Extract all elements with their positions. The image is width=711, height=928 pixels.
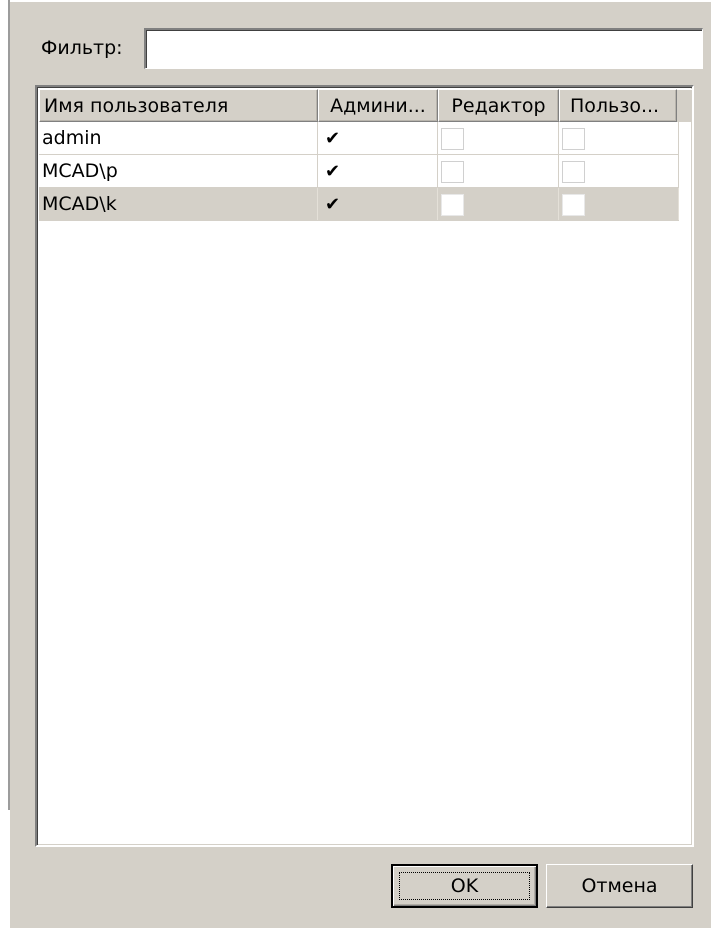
cancel-button[interactable]: Отмена [546, 864, 693, 908]
user-role-checkbox[interactable] [562, 161, 585, 183]
admin-cell: ✔ [318, 155, 438, 187]
editor-cell [438, 155, 559, 187]
ok-button[interactable]: OK [391, 864, 538, 908]
user-role-checkbox[interactable] [562, 194, 585, 216]
username-cell: MCAD\k [39, 188, 318, 220]
admin-checkbox-checked[interactable]: ✔ [321, 161, 344, 183]
editor-cell [438, 122, 559, 154]
table-row[interactable]: admin ✔ [39, 122, 679, 155]
focus-rect [399, 872, 530, 900]
table-row[interactable]: MCAD\k ✔ [39, 188, 679, 221]
admin-checkbox-checked[interactable]: ✔ [321, 194, 344, 216]
editor-checkbox[interactable] [441, 128, 464, 150]
admin-cell: ✔ [318, 188, 438, 220]
table-row[interactable]: MCAD\p ✔ [39, 155, 679, 188]
column-header-editor[interactable]: Редактор [438, 89, 559, 122]
user-role-cell [559, 188, 679, 220]
column-header-filler [677, 89, 692, 122]
filter-input[interactable] [144, 28, 703, 69]
list-header: Имя пользователя Админи... Редактор Поль… [39, 89, 692, 122]
user-role-checkbox[interactable] [562, 128, 585, 150]
admin-cell: ✔ [318, 122, 438, 154]
column-header-username[interactable]: Имя пользователя [39, 89, 318, 122]
window-top-border [10, 0, 711, 2]
cancel-button-label: Отмена [581, 875, 658, 897]
users-list[interactable]: Имя пользователя Админи... Редактор Поль… [35, 85, 694, 847]
admin-checkbox-checked[interactable]: ✔ [321, 128, 344, 150]
column-header-admin[interactable]: Админи... [318, 89, 438, 122]
username-cell: admin [39, 122, 318, 154]
column-header-user[interactable]: Пользо... [559, 89, 677, 122]
list-rows: admin ✔ MCAD\p ✔ MCAD\k ✔ [39, 122, 679, 221]
user-role-cell [559, 122, 679, 154]
editor-checkbox[interactable] [441, 194, 464, 216]
username-cell: MCAD\p [39, 155, 318, 187]
user-role-cell [559, 155, 679, 187]
editor-checkbox[interactable] [441, 161, 464, 183]
editor-cell [438, 188, 559, 220]
window-left-border [8, 0, 10, 810]
filter-label: Фильтр: [41, 37, 123, 59]
